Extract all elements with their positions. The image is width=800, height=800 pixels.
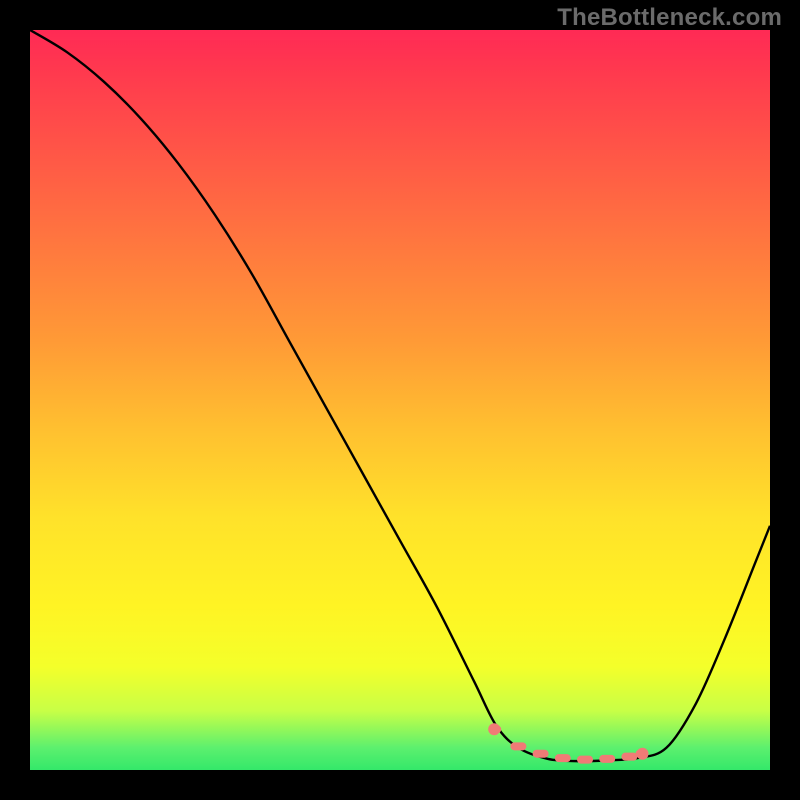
marker-dash: [621, 753, 637, 761]
marker-dot: [488, 723, 500, 735]
curve-layer: [30, 30, 770, 770]
marker-dash: [577, 756, 593, 764]
plot-area: [30, 30, 770, 770]
bottleneck-curve: [30, 30, 770, 761]
marker-dot: [637, 748, 649, 760]
watermark-text: TheBottleneck.com: [557, 4, 782, 32]
marker-dash: [510, 742, 526, 750]
highlight-band: [488, 723, 648, 763]
marker-dash: [599, 755, 615, 763]
chart-frame: TheBottleneck.com: [0, 0, 800, 800]
marker-dash: [555, 754, 571, 762]
marker-dash: [533, 750, 549, 758]
